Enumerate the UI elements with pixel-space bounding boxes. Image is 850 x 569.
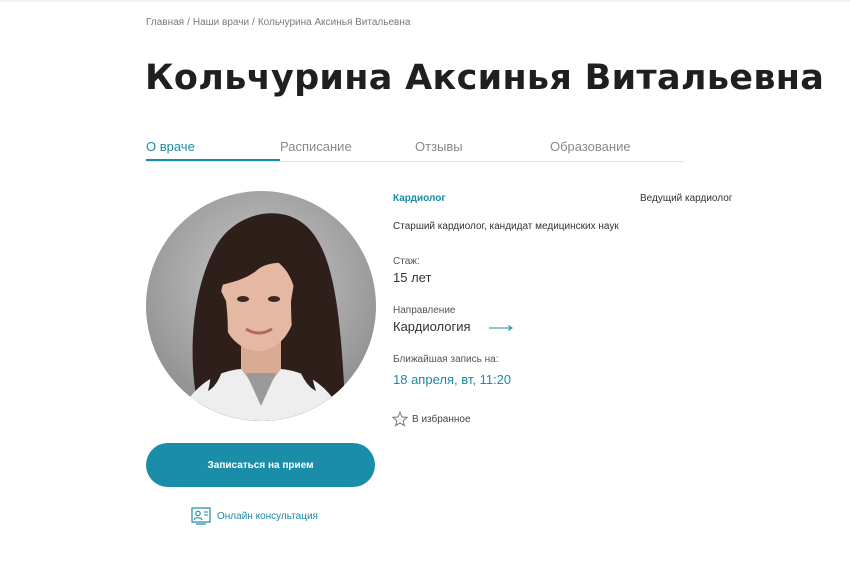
direction-label: Направление [393,305,456,316]
direction-link[interactable]: Кардиология [393,319,471,334]
top-divider [0,0,850,2]
breadcrumb-home[interactable]: Главная [146,17,184,28]
page-title: Кольчурина Аксинья Витальевна [145,58,825,98]
breadcrumb-separator: / [187,17,190,28]
breadcrumb-doctors[interactable]: Наши врачи [193,17,249,28]
favorite-button[interactable]: В избранное [392,411,471,427]
online-consultation-link[interactable]: Онлайн консультация [191,507,318,525]
tab-bar: О враче Расписание Отзывы Образование [146,139,684,162]
tab-about[interactable]: О враче [146,139,195,154]
doctor-portrait-image [176,213,346,421]
breadcrumb-current: Кольчурина Аксинья Витальевна [257,17,411,28]
doctor-photo [146,191,376,421]
tab-schedule[interactable]: Расписание [280,139,352,154]
online-consultation-label: Онлайн консультация [217,510,318,522]
video-consultation-icon [191,507,211,525]
experience-label: Стаж: [393,256,420,267]
tab-reviews[interactable]: Отзывы [415,139,463,154]
next-appointment-label: Ближайшая запись на: [393,354,499,365]
experience-value: 15 лет [393,270,432,285]
next-appointment-link[interactable]: 18 апреля, вт, 11:20 [393,372,511,387]
book-appointment-button[interactable]: Записаться на прием [146,443,375,487]
doctor-degree: Старший кардиолог, кандидат медицинских … [393,221,619,232]
star-icon [392,411,408,427]
tab-education[interactable]: Образование [550,139,631,154]
breadcrumb-separator: / [252,17,255,28]
arrow-right-icon[interactable] [489,325,513,331]
favorite-label: В избранное [412,413,471,425]
doctor-profile-page: Главная / Наши врачи / Кольчурина Аксинья Ви… [0,0,850,569]
doctor-position: Ведущий кардиолог [640,193,733,204]
breadcrumb: Главная / Наши врачи / Кольчурина Аксинья Ви… [146,17,410,28]
doctor-specialty: Кардиолог [393,193,446,204]
active-tab-indicator [146,159,280,161]
